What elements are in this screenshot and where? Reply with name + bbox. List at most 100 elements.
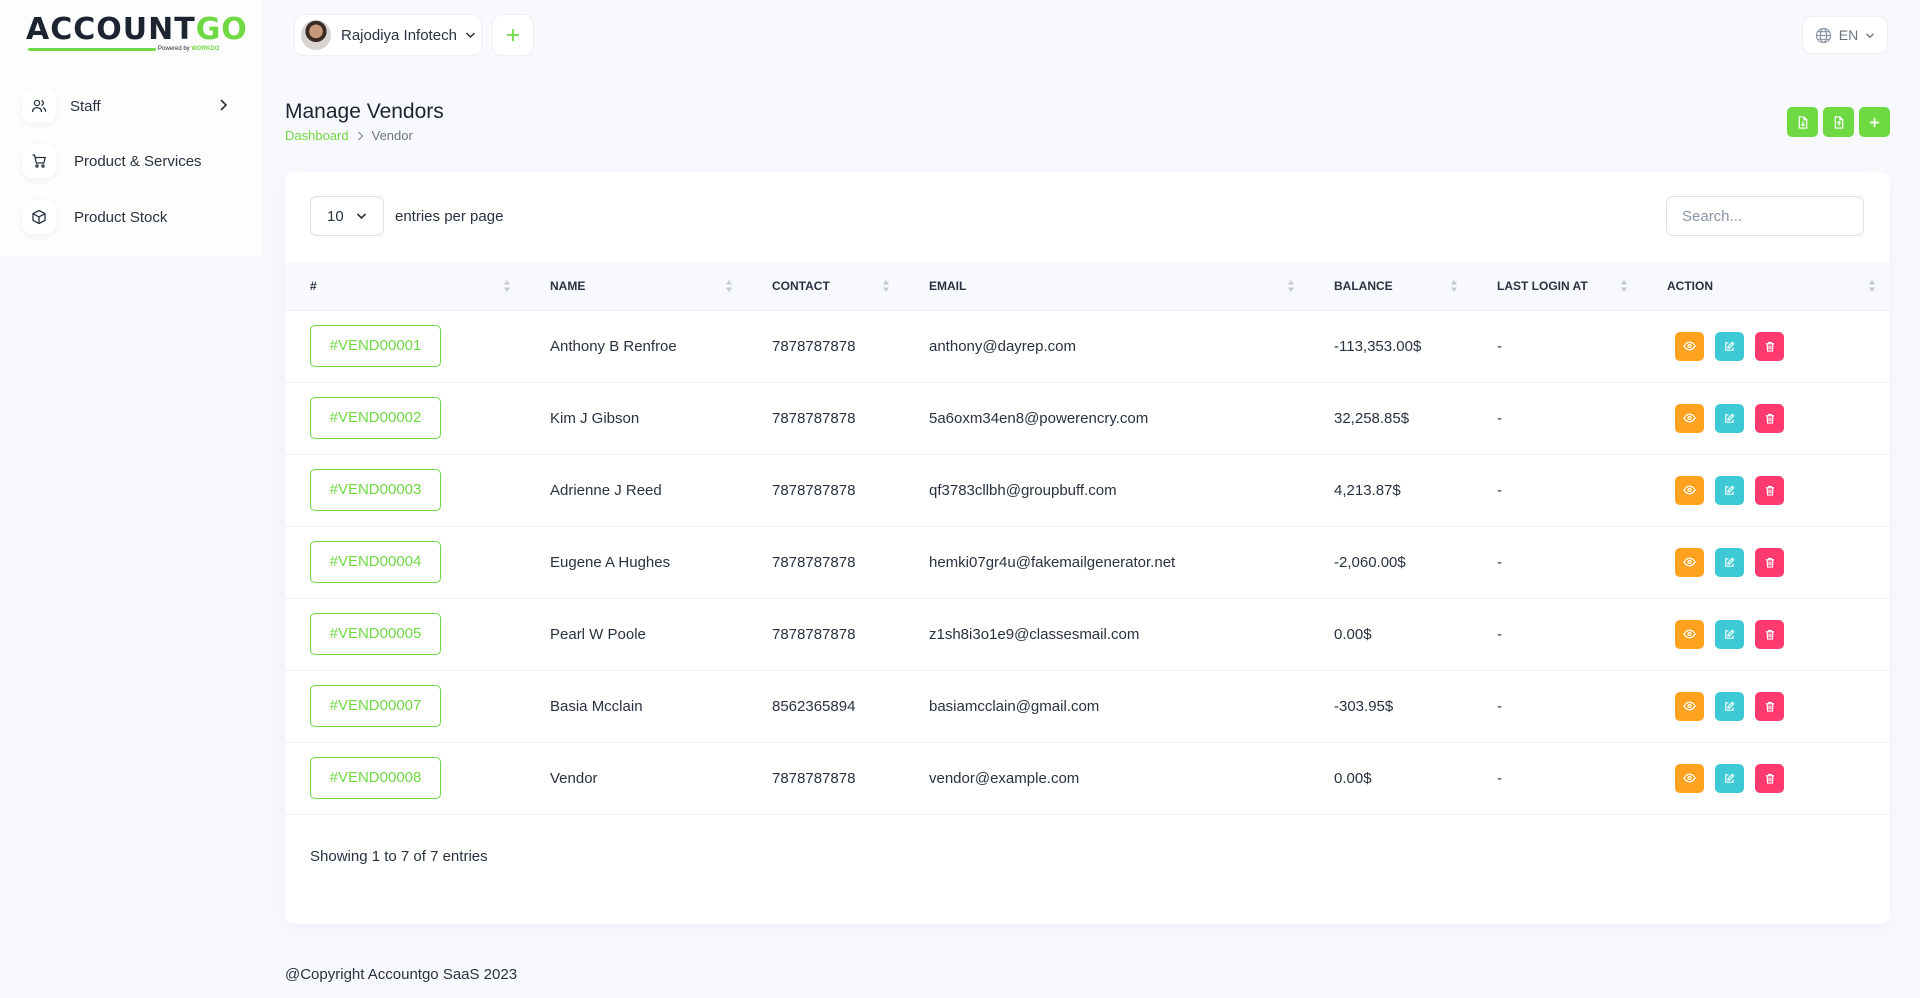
cell-actions xyxy=(1642,742,1890,814)
column-header-action[interactable]: ACTION xyxy=(1642,262,1890,310)
sidebar: ACCOUNTGO Powered by WORKDO Staff Produc… xyxy=(0,0,262,256)
sort-icon xyxy=(1868,280,1876,292)
column-header-id[interactable]: # xyxy=(285,262,525,310)
column-header-contact[interactable]: CONTACT xyxy=(747,262,904,310)
delete-button[interactable] xyxy=(1755,763,1784,793)
column-header-last-login[interactable]: LAST LOGIN AT xyxy=(1472,262,1642,310)
delete-button[interactable] xyxy=(1755,475,1784,505)
view-button[interactable] xyxy=(1675,475,1704,505)
company-name: Rajodiya Infotech xyxy=(341,26,457,44)
view-button[interactable] xyxy=(1675,691,1704,721)
cell-email: z1sh8i3o1e9@classesmail.com xyxy=(929,625,1140,643)
cell-balance: -113,353.00$ xyxy=(1334,337,1422,355)
sidebar-item-product-stock[interactable]: Product Stock xyxy=(22,197,232,237)
company-switcher[interactable]: Rajodiya Infotech xyxy=(294,14,482,56)
plus-icon xyxy=(1869,117,1880,127)
table-row: #VEND00002 Kim J Gibson 7878787878 5a6oxm34… xyxy=(285,382,1890,454)
cell-actions xyxy=(1642,598,1890,670)
entries-control: 10 entries per page xyxy=(310,196,503,236)
sidebar-item-product-services[interactable]: Product & Services xyxy=(22,141,232,181)
column-header-email[interactable]: EMAIL xyxy=(904,262,1309,310)
trash-icon xyxy=(1765,773,1774,784)
trash-icon xyxy=(1765,557,1774,568)
entries-per-page-select[interactable]: 10 xyxy=(310,196,384,236)
trash-icon xyxy=(1765,341,1774,352)
table-row: #VEND00001 Anthony B Renfroe 7878787878 ant… xyxy=(285,310,1890,382)
view-button[interactable] xyxy=(1675,619,1704,649)
delete-button[interactable] xyxy=(1755,691,1784,721)
view-button[interactable] xyxy=(1675,763,1704,793)
column-label: CONTACT xyxy=(772,278,830,293)
vendor-id-link[interactable]: #VEND00002 xyxy=(310,397,441,439)
sort-icon xyxy=(1287,280,1295,292)
language-dropdown[interactable]: EN xyxy=(1802,16,1888,54)
cell-actions xyxy=(1642,526,1890,598)
vendor-id-link[interactable]: #VEND00008 xyxy=(310,757,441,799)
import-button[interactable] xyxy=(1787,107,1818,137)
add-company-button[interactable] xyxy=(492,14,534,56)
cell-last-login: - xyxy=(1497,337,1502,355)
trash-icon xyxy=(1765,413,1774,424)
search-input[interactable] xyxy=(1666,196,1864,236)
column-header-balance[interactable]: BALANCE xyxy=(1309,262,1472,310)
cell-actions xyxy=(1642,454,1890,526)
sidebar-item-label: Product Stock xyxy=(74,208,168,226)
sort-icon xyxy=(1620,280,1628,292)
vendor-id-link[interactable]: #VEND00004 xyxy=(310,541,441,583)
edit-button[interactable] xyxy=(1715,691,1744,721)
column-header-name[interactable]: NAME xyxy=(525,262,747,310)
edit-button[interactable] xyxy=(1715,763,1744,793)
edit-button[interactable] xyxy=(1715,619,1744,649)
edit-button[interactable] xyxy=(1715,403,1744,433)
row-actions xyxy=(1667,403,1890,433)
table-row: #VEND00003 Adrienne J Reed 7878787878 qf378… xyxy=(285,454,1890,526)
cell-id: #VEND00005 xyxy=(285,598,525,670)
cell-name: Pearl W Poole xyxy=(550,625,646,643)
edit-icon xyxy=(1725,557,1735,567)
edit-icon xyxy=(1725,413,1735,423)
delete-button[interactable] xyxy=(1755,403,1784,433)
breadcrumb-dashboard-link[interactable]: Dashboard xyxy=(285,128,349,143)
row-actions xyxy=(1667,475,1890,505)
cell-contact: 7878787878 xyxy=(772,625,856,643)
cell-contact: 7878787878 xyxy=(772,337,856,355)
delete-button[interactable] xyxy=(1755,547,1784,577)
footer-copyright: @Copyright Accountgo SaaS 2023 xyxy=(285,966,518,983)
vendor-id-link[interactable]: #VEND00005 xyxy=(310,613,441,655)
cell-id: #VEND00008 xyxy=(285,742,525,814)
cart-icon xyxy=(22,144,56,178)
edit-button[interactable] xyxy=(1715,475,1744,505)
cell-actions xyxy=(1642,310,1890,382)
accountgo-logo[interactable]: ACCOUNTGO Powered by WORKDO xyxy=(26,12,247,62)
cell-email: qf3783cllbh@groupbuff.com xyxy=(929,481,1117,499)
vendor-id-link[interactable]: #VEND00007 xyxy=(310,685,441,727)
cell-email: basiamcclain@gmail.com xyxy=(929,697,1100,715)
sidebar-item-staff[interactable]: Staff xyxy=(22,86,232,126)
cell-balance: -2,060.00$ xyxy=(1334,553,1406,571)
cell-id: #VEND00001 xyxy=(285,310,525,382)
delete-button[interactable] xyxy=(1755,331,1784,361)
column-label: NAME xyxy=(550,278,586,293)
edit-button[interactable] xyxy=(1715,331,1744,361)
row-actions xyxy=(1667,547,1890,577)
cell-last-login: - xyxy=(1497,769,1502,787)
delete-button[interactable] xyxy=(1755,619,1784,649)
vendor-id-link[interactable]: #VEND00001 xyxy=(310,325,441,367)
add-vendor-button[interactable] xyxy=(1859,107,1890,137)
plus-icon xyxy=(507,29,519,41)
view-button[interactable] xyxy=(1675,403,1704,433)
view-button[interactable] xyxy=(1675,331,1704,361)
vendor-id-link[interactable]: #VEND00003 xyxy=(310,469,441,511)
export-button[interactable] xyxy=(1823,107,1854,137)
sort-icon xyxy=(725,280,733,292)
view-button[interactable] xyxy=(1675,547,1704,577)
cell-last-login: - xyxy=(1497,625,1502,643)
breadcrumb-current: Vendor xyxy=(371,128,413,143)
edit-icon xyxy=(1725,629,1735,639)
cell-name: Adrienne J Reed xyxy=(550,481,662,499)
cell-contact: 8562365894 xyxy=(772,697,856,715)
sidebar-item-label: Staff xyxy=(70,97,101,115)
cell-balance: 4,213.87$ xyxy=(1334,481,1401,499)
edit-button[interactable] xyxy=(1715,547,1744,577)
logo-powered-brand: WORKDO xyxy=(191,46,220,52)
